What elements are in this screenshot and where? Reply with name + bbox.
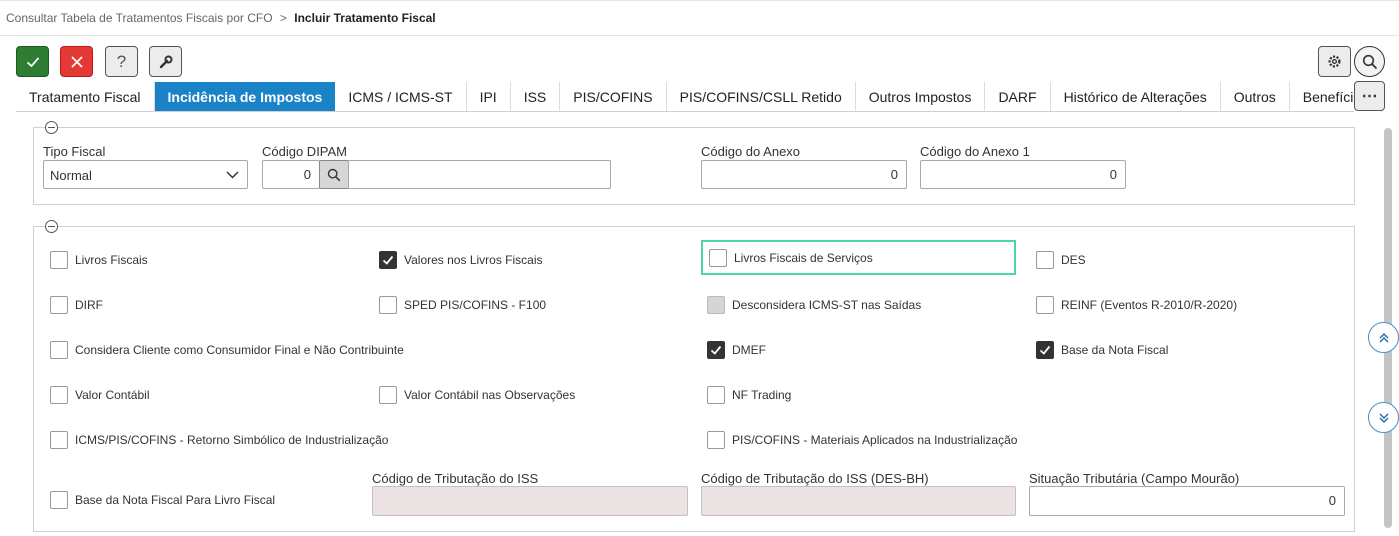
gear-icon: [1328, 55, 1341, 68]
tipo-fiscal-select[interactable]: Normal: [43, 160, 248, 189]
cancel-button[interactable]: [60, 46, 93, 77]
codigo-anexo1-label: Código do Anexo 1: [920, 144, 1030, 159]
check-icon: [710, 345, 722, 355]
check-icon: [26, 56, 39, 67]
livros-fiscais-servicos-checkbox[interactable]: [709, 249, 727, 267]
sped-f100-checkbox[interactable]: [379, 296, 397, 314]
tab-divider: [16, 111, 1354, 112]
search-icon: [1362, 54, 1377, 69]
codigo-anexo1-input[interactable]: 0: [920, 160, 1126, 189]
tab-pis-cofins[interactable]: PIS/COFINS: [560, 82, 667, 112]
codigo-anexo-label: Código do Anexo: [701, 144, 801, 159]
retorno-simbolico-checkbox[interactable]: [50, 431, 68, 449]
tab-icms-st[interactable]: ICMS / ICMS-ST: [335, 82, 467, 112]
tab-iss[interactable]: ISS: [511, 82, 561, 112]
tab-bar: Tratamento Fiscal Incidência de Impostos…: [16, 82, 1383, 112]
double-chevron-up-icon: [1378, 332, 1389, 343]
livros-fiscais-label: Livros Fiscais: [75, 253, 148, 267]
codigo-dipam-description: [348, 160, 611, 189]
tab-outros-impostos[interactable]: Outros Impostos: [856, 82, 986, 112]
chevron-down-icon: [226, 171, 239, 179]
situacao-tributaria-input[interactable]: 0: [1029, 486, 1345, 516]
sped-f100-label: SPED PIS/COFINS - F100: [404, 298, 547, 312]
materiais-aplicados-label: PIS/COFINS - Materiais Aplicados na Indu…: [732, 433, 1018, 447]
reinf-checkbox[interactable]: [1036, 296, 1054, 314]
wrench-icon: [159, 55, 172, 68]
search-icon: [327, 168, 341, 181]
codigo-tributacao-iss-desbh-input[interactable]: [701, 486, 1016, 516]
codigo-dipam-lookup-button[interactable]: [319, 160, 349, 189]
close-icon: [70, 55, 83, 68]
double-chevron-down-icon: [1378, 412, 1389, 423]
breadcrumb: Consultar Tabela de Tratamentos Fiscais …: [6, 11, 436, 25]
breadcrumb-current: Incluir Tratamento Fiscal: [294, 11, 436, 25]
dmef-label: DMEF: [732, 343, 766, 357]
base-nota-fiscal-checkbox[interactable]: [1036, 341, 1054, 359]
valor-contabil-checkbox[interactable]: [50, 386, 68, 404]
scroll-down-button[interactable]: [1368, 402, 1399, 433]
materiais-aplicados-checkbox[interactable]: [707, 431, 725, 449]
codigo-tributacao-iss-label: Código de Tributação do ISS: [372, 471, 539, 486]
reinf-label: REINF (Eventos R-2010/R-2020): [1061, 298, 1238, 312]
check-icon: [382, 255, 394, 265]
scroll-up-button[interactable]: [1368, 322, 1399, 353]
codigo-anexo-input[interactable]: 0: [701, 160, 907, 189]
settings-button[interactable]: [1318, 46, 1351, 77]
base-livro-fiscal-checkbox[interactable]: [50, 491, 68, 509]
help-button[interactable]: ?: [105, 46, 138, 77]
confirm-button[interactable]: [16, 46, 49, 77]
valores-livros-fiscais-label: Valores nos Livros Fiscais: [404, 253, 543, 267]
base-livro-fiscal-label: Base da Nota Fiscal Para Livro Fiscal: [75, 493, 276, 507]
des-label: DES: [1061, 253, 1086, 267]
codigo-tributacao-iss-desbh-label: Código de Tributação do ISS (DES-BH): [701, 471, 929, 486]
desconsidera-icms-st-checkbox[interactable]: [707, 296, 725, 314]
codigo-dipam-input[interactable]: 0: [262, 160, 320, 189]
check-icon: [1039, 345, 1051, 355]
collapse-general-icon[interactable]: [45, 121, 58, 134]
tab-pis-cofins-csll-retido[interactable]: PIS/COFINS/CSLL Retido: [667, 82, 856, 112]
desconsidera-icms-st-label: Desconsidera ICMS-ST nas Saídas: [732, 298, 922, 312]
base-nota-fiscal-label: Base da Nota Fiscal: [1061, 343, 1169, 357]
tipo-fiscal-label: Tipo Fiscal: [43, 144, 106, 159]
tipo-fiscal-value: Normal: [50, 168, 92, 183]
dirf-label: DIRF: [75, 298, 103, 312]
valores-livros-fiscais-checkbox[interactable]: [379, 251, 397, 269]
codigo-tributacao-iss-input[interactable]: [372, 486, 688, 516]
breadcrumb-separator: >: [279, 11, 287, 25]
livros-fiscais-checkbox[interactable]: [50, 251, 68, 269]
tab-incidencia-impostos[interactable]: Incidência de Impostos: [154, 82, 336, 112]
tools-button[interactable]: [149, 46, 182, 77]
valor-contabil-label: Valor Contábil: [75, 388, 150, 402]
valor-contabil-obs-checkbox[interactable]: [379, 386, 397, 404]
consumidor-final-checkbox[interactable]: [50, 341, 68, 359]
codigo-dipam-label: Código DIPAM: [262, 144, 348, 159]
dirf-checkbox[interactable]: [50, 296, 68, 314]
collapse-incidencias-icon[interactable]: [45, 220, 58, 233]
tab-darf[interactable]: DARF: [985, 82, 1051, 112]
valor-contabil-obs-label: Valor Contábil nas Observações: [404, 388, 576, 402]
retorno-simbolico-label: ICMS/PIS/COFINS - Retorno Simbólico de I…: [75, 433, 389, 447]
nf-trading-checkbox[interactable]: [707, 386, 725, 404]
tab-outros[interactable]: Outros: [1221, 82, 1290, 112]
breadcrumb-parent-link[interactable]: Consultar Tabela de Tratamentos Fiscais …: [6, 11, 273, 25]
tab-tratamento-fiscal[interactable]: Tratamento Fiscal: [16, 82, 155, 112]
des-checkbox[interactable]: [1036, 251, 1054, 269]
tab-historico-alteracoes[interactable]: Histórico de Alterações: [1051, 82, 1221, 112]
nf-trading-label: NF Trading: [732, 388, 792, 402]
tab-ipi[interactable]: IPI: [467, 82, 511, 112]
livros-fiscais-servicos-label: Livros Fiscais de Serviços: [734, 251, 873, 265]
situacao-tributaria-label: Situação Tributária (Campo Mourão): [1029, 471, 1240, 486]
more-tabs-button[interactable]: ⋯: [1354, 81, 1385, 111]
consumidor-final-label: Considera Cliente como Consumidor Final …: [75, 343, 404, 357]
search-button[interactable]: [1354, 46, 1385, 77]
dmef-checkbox[interactable]: [707, 341, 725, 359]
